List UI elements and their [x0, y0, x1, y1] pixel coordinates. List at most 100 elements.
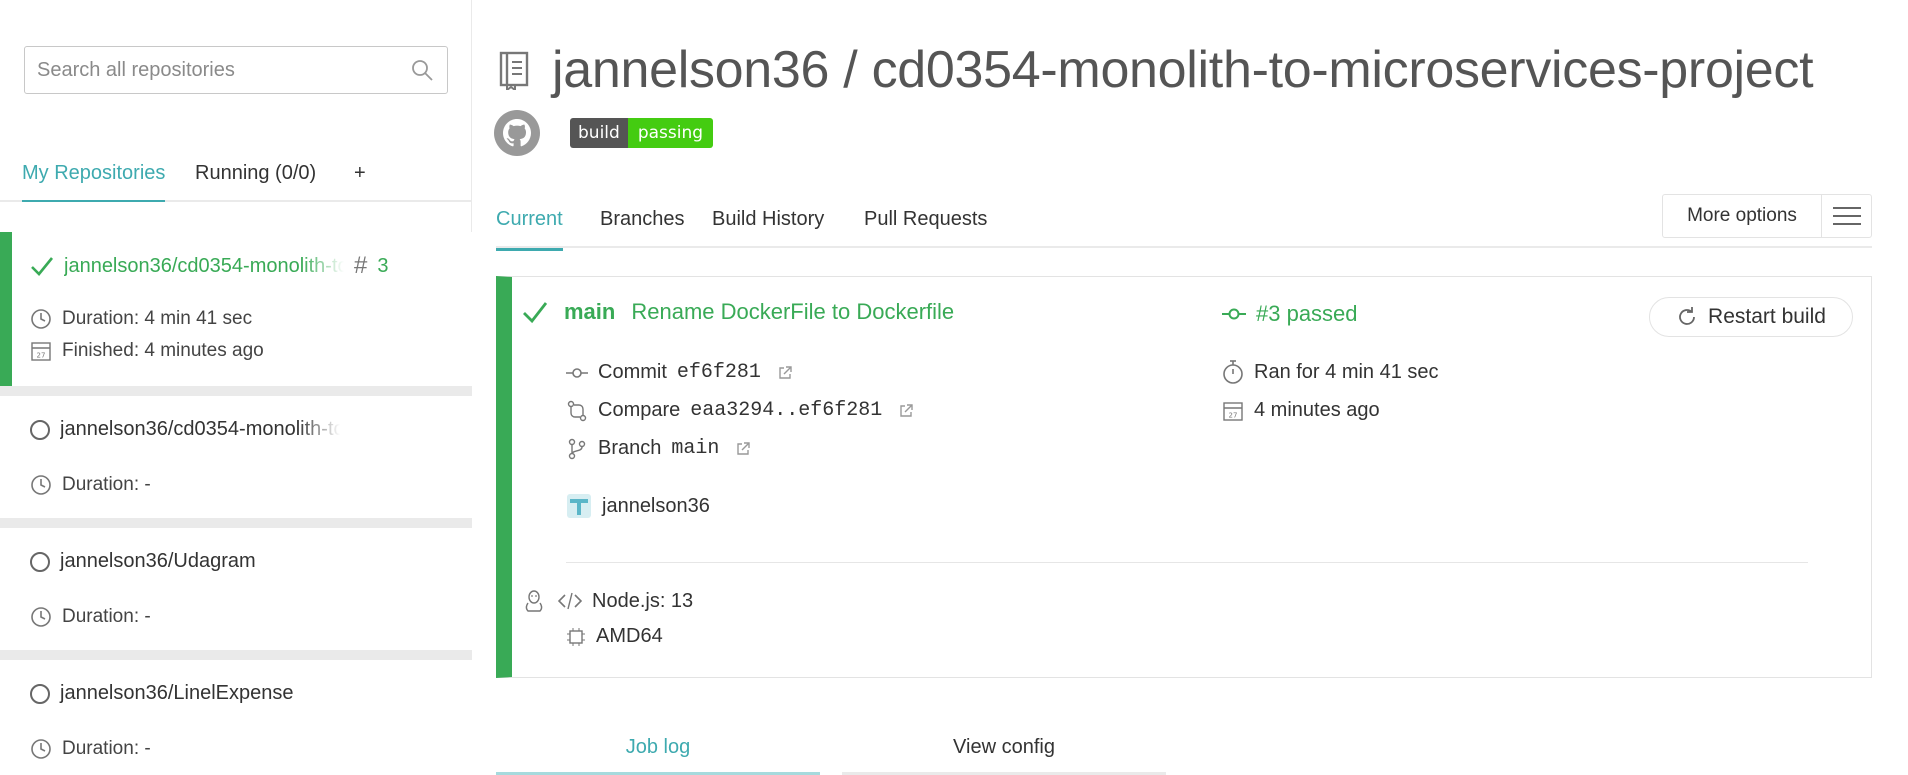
compare-range[interactable]: eaa3294..ef6f281 — [690, 399, 882, 422]
repo-heading: jannelson36 / cd0354-monolith-to-microse… — [498, 40, 1814, 100]
author-name[interactable]: jannelson36 — [602, 495, 710, 518]
divider — [0, 518, 472, 528]
add-tab-button[interactable]: + — [354, 162, 366, 185]
status-circle-icon — [30, 683, 50, 704]
repo-name[interactable]: jannelson36/LinelExpense — [60, 682, 294, 705]
branch-row: Branch main — [566, 437, 751, 460]
svg-text:27: 27 — [1229, 411, 1238, 419]
language-text: Node.js: 13 — [592, 589, 694, 612]
duration-text: Duration: - — [62, 606, 151, 627]
repo-book-icon — [499, 51, 529, 90]
tab-my-repositories[interactable]: My Repositories — [22, 162, 166, 202]
build-status[interactable]: #3 passed — [1222, 301, 1358, 327]
svg-text:27: 27 — [37, 352, 46, 360]
repo-item[interactable]: jannelson36/LinelExpense Duration: - — [0, 660, 472, 775]
search-input[interactable] — [37, 58, 409, 82]
main-content: jannelson36 / cd0354-monolith-to-microse… — [472, 0, 1908, 775]
build-header: main Rename DockerFile to Dockerfile — [522, 299, 954, 325]
build-number[interactable]: 3 — [377, 255, 388, 278]
duration-text: Duration: 4 min 41 sec — [62, 308, 253, 329]
log-tabs: Job log View config — [496, 726, 1166, 775]
calendar-icon: 27 — [1223, 401, 1243, 421]
clock-icon — [31, 309, 51, 329]
hamburger-icon — [1821, 195, 1871, 237]
cpu-icon — [567, 627, 585, 646]
tab-pull-requests[interactable]: Pull Requests — [864, 208, 987, 231]
github-icon[interactable] — [494, 110, 540, 156]
tab-branches[interactable]: Branches — [600, 208, 685, 231]
external-link-icon[interactable] — [735, 441, 751, 457]
clock-icon — [31, 607, 51, 627]
page-title: jannelson36 / cd0354-monolith-to-microse… — [552, 41, 1814, 99]
code-icon — [558, 592, 582, 610]
ran-for-text: Ran for 4 min 41 sec — [1254, 360, 1439, 383]
repo-duration: Duration: - — [30, 474, 151, 496]
commit-icon — [566, 367, 588, 378]
build-status-badge[interactable]: build passing — [570, 118, 714, 148]
commit-label: Commit — [598, 361, 667, 383]
repo-item[interactable]: jannelson36/cd0354-monolith-to-microserv… — [0, 396, 472, 518]
divider — [566, 562, 1808, 563]
compare-row: Compare eaa3294..ef6f281 — [566, 399, 914, 422]
duration-row: Ran for 4 min 41 sec — [1222, 359, 1439, 385]
external-link-icon[interactable] — [777, 365, 793, 381]
commit-sha[interactable]: ef6f281 — [677, 361, 761, 384]
repo-name[interactable]: jannelson36/Udagram — [60, 550, 256, 573]
more-options-label: More options — [1687, 205, 1797, 226]
repo-item-current[interactable]: jannelson36/cd0354-monolith-to-microserv… — [0, 232, 472, 386]
tab-build-history[interactable]: Build History — [712, 208, 824, 231]
tab-job-log[interactable]: Job log — [496, 736, 820, 759]
stopwatch-icon — [1223, 360, 1243, 384]
restart-icon — [1679, 307, 1695, 325]
commit-icon — [1222, 308, 1246, 320]
branch-name[interactable]: main — [671, 437, 719, 460]
duration-text: Duration: - — [62, 474, 151, 495]
language-row: Node.js: 13 — [524, 589, 693, 613]
badge-label: build — [570, 118, 628, 148]
divider — [0, 650, 472, 660]
restart-build-button[interactable]: Restart build — [1649, 297, 1853, 337]
repo-title[interactable]: jannelson36/cd0354-monolith-to-microserv… — [30, 252, 388, 280]
finished-ago-text: 4 minutes ago — [1254, 399, 1380, 421]
build-status-text[interactable]: #3 passed — [1256, 301, 1358, 327]
repo-item[interactable]: jannelson36/Udagram Duration: - — [0, 528, 472, 650]
restart-label: Restart build — [1708, 305, 1826, 328]
commit-message[interactable]: Rename DockerFile to Dockerfile — [631, 299, 954, 325]
status-circle-icon — [30, 551, 50, 572]
repo-duration: Duration: - — [30, 738, 151, 760]
check-icon — [31, 257, 54, 276]
search-icon[interactable] — [409, 57, 435, 83]
repo-title[interactable]: jannelson36/Udagram — [30, 550, 256, 573]
sidebar: My Repositories Running (0/0) + jannelso… — [0, 0, 472, 775]
hash-icon: # — [354, 252, 368, 279]
repo-tabs: Current Branches Build History Pull Requ… — [496, 192, 1872, 251]
avatar[interactable] — [566, 493, 592, 519]
repo-duration: Duration: - — [30, 606, 151, 628]
sidebar-tabs: My Repositories Running (0/0) + — [0, 150, 472, 202]
more-options-button[interactable]: More options — [1662, 194, 1872, 238]
tab-view-config[interactable]: View config — [842, 736, 1166, 759]
badge-status: passing — [627, 118, 714, 148]
clock-icon — [31, 475, 51, 495]
finished-row: 27 4 minutes ago — [1222, 399, 1380, 422]
arch-text: AMD64 — [596, 625, 663, 647]
repo-name[interactable]: jannelson36/cd0354-monolith-to-microserv… — [64, 255, 344, 278]
commit-row: Commit ef6f281 — [566, 361, 793, 384]
compare-icon — [567, 400, 587, 421]
calendar-icon: 27 — [31, 342, 51, 361]
repo-duration: Duration: 4 min 41 sec — [30, 308, 252, 330]
author-row: jannelson36 — [566, 493, 710, 519]
tab-current[interactable]: Current — [496, 208, 563, 251]
check-icon — [523, 302, 548, 324]
repo-name[interactable]: jannelson36/cd0354-monolith-to-microserv… — [60, 418, 340, 441]
search-box[interactable] — [24, 46, 448, 94]
divider — [0, 386, 472, 396]
build-branch[interactable]: main — [564, 299, 615, 325]
tab-running[interactable]: Running (0/0) — [195, 162, 316, 185]
build-summary: main Rename DockerFile to Dockerfile #3 … — [496, 276, 1872, 678]
external-link-icon[interactable] — [898, 403, 914, 419]
duration-text: Duration: - — [62, 738, 151, 759]
arch-row: AMD64 — [566, 625, 663, 648]
repo-title[interactable]: jannelson36/cd0354-monolith-to-microserv… — [30, 418, 340, 441]
repo-title[interactable]: jannelson36/LinelExpense — [30, 682, 294, 705]
